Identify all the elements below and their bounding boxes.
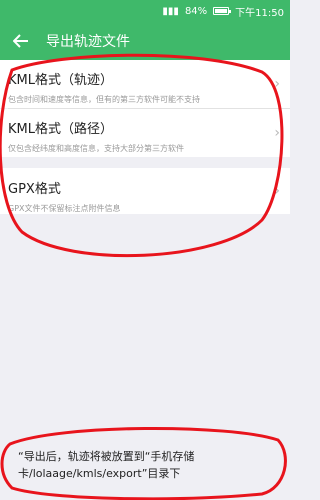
option-title: KML格式（轨迹）	[8, 73, 113, 88]
chevron-right-icon: ›	[274, 76, 280, 92]
section-gap	[0, 157, 290, 168]
arrow-left-icon	[13, 34, 28, 48]
option-subtitle: 仅包含经纬度和高度信息，支持大部分第三方软件	[8, 144, 184, 153]
app-bar: 导出轨迹文件	[0, 22, 290, 60]
option-subtitle: 包含时间和速度等信息，但有的第三方软件可能不支持	[8, 95, 200, 104]
option-gpx[interactable]: GPX格式 GPX文件不保留标注点附件信息 ›	[0, 168, 290, 214]
export-path-note: “导出后，轨迹将被放置到“手机存储卡/lolaage/kmls/export”目…	[18, 450, 195, 480]
option-title: GPX格式	[8, 182, 61, 197]
export-options-list: KML格式（轨迹） 包含时间和速度等信息，但有的第三方软件可能不支持 › KML…	[0, 60, 290, 214]
status-time: 下午11:50	[235, 7, 284, 19]
battery-icon	[213, 7, 232, 15]
back-button[interactable]	[10, 30, 32, 52]
page-title: 导出轨迹文件	[46, 34, 130, 50]
option-kml-track[interactable]: KML格式（轨迹） 包含时间和速度等信息，但有的第三方软件可能不支持 ›	[0, 60, 290, 108]
status-bar: ▮▮▮ 84% 下午11:50	[0, 0, 290, 22]
option-kml-path[interactable]: KML格式（路径） 仅包含经纬度和高度信息，支持大部分第三方软件 ›	[0, 109, 290, 157]
option-subtitle: GPX文件不保留标注点附件信息	[8, 204, 121, 213]
signal-icon: ▮▮▮	[162, 5, 179, 17]
chevron-right-icon: ›	[274, 183, 280, 199]
option-title: KML格式（路径）	[8, 122, 113, 137]
battery-percent: 84%	[184, 5, 208, 17]
chevron-right-icon: ›	[274, 125, 280, 141]
